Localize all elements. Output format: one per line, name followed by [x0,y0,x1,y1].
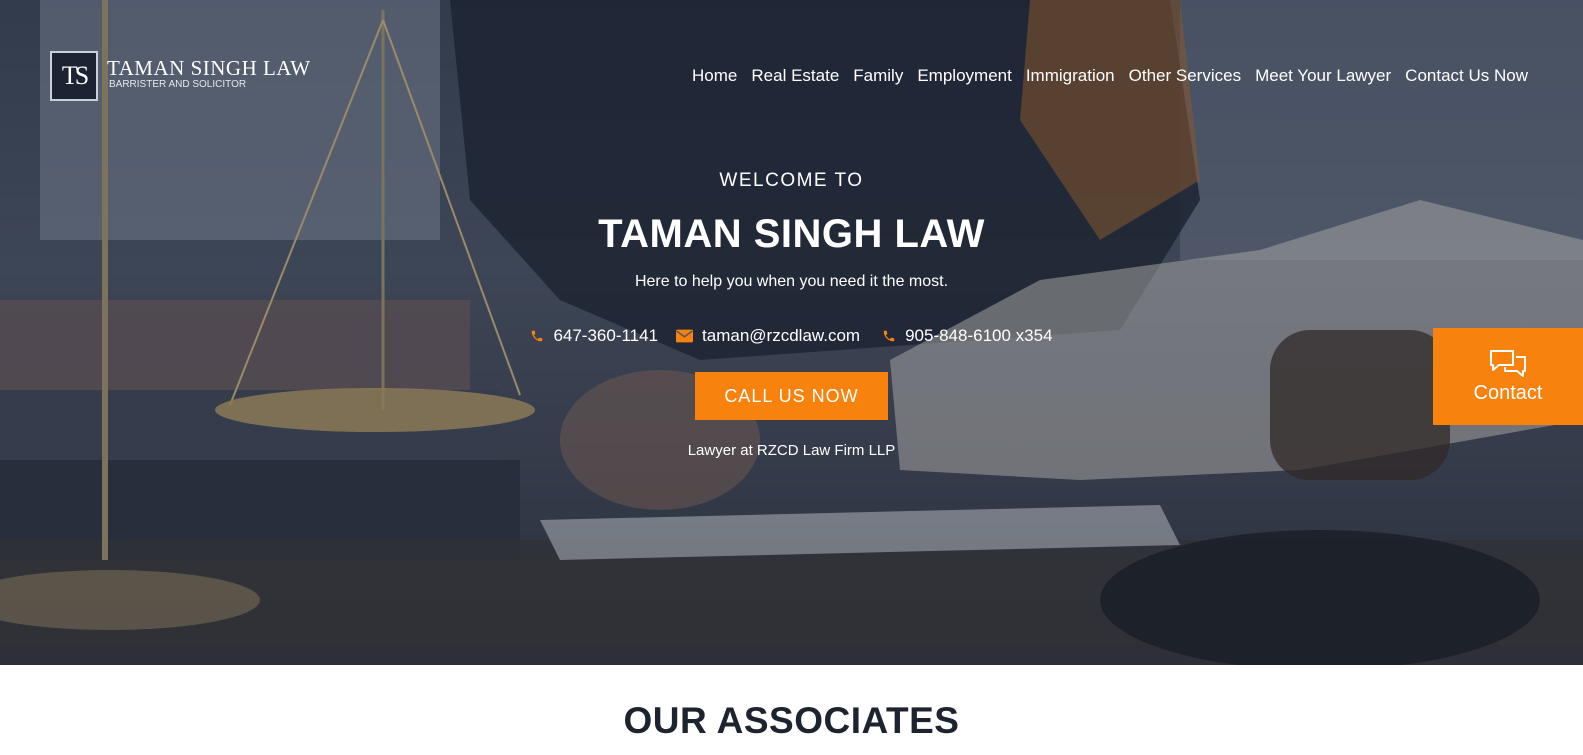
associates-section-title: OUR ASSOCIATES [623,700,960,741]
contact-phone-text: 647-360-1141 [553,326,659,345]
logo-name: TAMAN SINGH LAW [107,56,311,80]
contact-email-text: taman@rzcdlaw.com [702,326,861,345]
welcome-text: WELCOME TO [719,170,864,191]
site-logo[interactable]: TS TAMAN SINGH LAW BARRISTER AND SOLICIT… [50,51,311,101]
main-nav: Home Real Estate Family Employment Immig… [692,64,1528,88]
contact-email[interactable]: taman@rzcdlaw.com [676,326,860,346]
floating-contact-button[interactable]: Contact [1433,328,1583,425]
nav-item-home[interactable]: Home [692,64,737,88]
floating-contact-label: Contact [1473,382,1543,404]
nav-item-family[interactable]: Family [853,64,903,88]
phone-icon [883,330,895,342]
call-us-now-button[interactable]: CALL US NOW [695,372,888,420]
nav-item-other-services[interactable]: Other Services [1129,64,1241,88]
contact-info-row: 647-360-1141 taman@rzcdlaw.com 905-848-6… [0,326,1583,346]
hero-tagline: Here to help you when you need it the mo… [634,273,949,290]
envelope-icon [676,329,694,343]
contact-phone-secondary[interactable]: 905-848-6100 x354 [882,326,1053,346]
nav-item-immigration[interactable]: Immigration [1026,64,1115,88]
logo-monogram: TS [50,51,98,101]
nav-item-real-estate[interactable]: Real Estate [751,64,839,88]
chat-bubbles-icon [1490,350,1526,377]
nav-item-contact-us-now[interactable]: Contact Us Now [1405,64,1528,88]
hero-banner: TS TAMAN SINGH LAW BARRISTER AND SOLICIT… [0,0,1583,665]
phone-icon [532,330,543,342]
logo-subtitle: BARRISTER AND SOLICITOR [109,79,247,90]
nav-item-meet-your-lawyer[interactable]: Meet Your Lawyer [1255,64,1391,88]
contact-phone-primary[interactable]: 647-360-1141 [530,326,658,346]
logo-text: TAMAN SINGH LAW BARRISTER AND SOLICITOR [107,57,311,91]
hero-title: TAMAN SINGH LAW [598,212,985,256]
contact-phone-text: 905-848-6100 x354 [905,326,1053,345]
nav-item-employment[interactable]: Employment [917,64,1011,88]
firm-affiliation: Lawyer at RZCD Law Firm LLP [687,442,896,459]
